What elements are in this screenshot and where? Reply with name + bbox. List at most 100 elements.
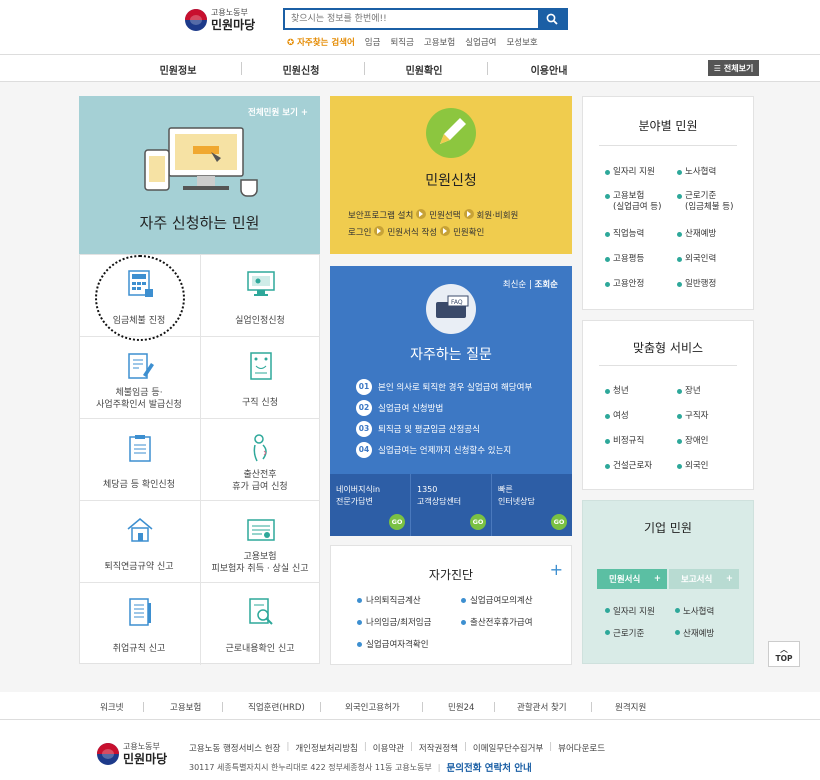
faq-number: 02 xyxy=(356,399,372,416)
popular-term[interactable]: 임금 xyxy=(365,36,381,48)
custom-item[interactable]: 청년 xyxy=(605,386,629,397)
related-link[interactable]: 고용보험 xyxy=(170,701,201,713)
faq-icon: FAQ xyxy=(426,284,476,334)
field-item[interactable]: 외국인력 xyxy=(677,254,716,265)
related-link[interactable]: 직업훈련(HRD) xyxy=(248,701,305,713)
apply-steps: 보안프로그램 설치 민원선택 회원·비회원 로그인 민원서식 작성 민원확인 xyxy=(348,208,558,242)
field-item[interactable]: 산재예방 xyxy=(677,229,716,240)
corp-item[interactable]: 일자리 지원 xyxy=(605,605,655,617)
go-button[interactable]: GO xyxy=(389,514,405,530)
custom-title: 맞춤형 서비스 xyxy=(632,341,704,355)
bullet-icon xyxy=(357,641,362,647)
diag-item[interactable]: 출산전후휴가급여 xyxy=(461,616,533,628)
popular-term[interactable]: 고용보험 xyxy=(424,36,455,48)
corp-item[interactable]: 근로기준 xyxy=(605,627,644,639)
app-item-maternity-leave[interactable]: 출산전후 휴가 급여 신청 xyxy=(200,419,320,501)
faq-item[interactable]: 01 본인 의사로 퇴직한 경우 실업급여 해당여부 xyxy=(356,376,532,397)
footer-menu-item[interactable]: 개인정보처리방침 xyxy=(295,742,358,754)
popular-term[interactable]: 모성보호 xyxy=(506,36,537,48)
naver-expert-link[interactable]: 네이버지식in 전문가답변 GO xyxy=(330,474,411,536)
app-item-job-application[interactable]: 구직 신청 xyxy=(200,337,320,419)
plus-icon: + xyxy=(725,574,733,584)
search-input[interactable] xyxy=(285,10,538,28)
go-button[interactable]: GO xyxy=(551,514,567,530)
footer-menu-item[interactable]: 뷰어다운로드 xyxy=(558,742,605,754)
search-button[interactable] xyxy=(538,10,566,28)
app-item-unemployment-recognition[interactable]: 실업인정신청 xyxy=(200,255,320,337)
related-link[interactable]: 민원24 xyxy=(448,701,474,713)
nav-item-apply[interactable]: 민원신청 xyxy=(251,62,351,77)
nav-item-check[interactable]: 민원확인 xyxy=(374,62,474,77)
go-button[interactable]: GO xyxy=(470,514,486,530)
custom-item[interactable]: 장애인 xyxy=(677,436,708,447)
all-applications-link[interactable]: 전체민원 보기 + xyxy=(248,106,308,118)
popular-term[interactable]: 퇴직금 xyxy=(390,36,413,48)
scroll-top-button[interactable]: ︿ TOP xyxy=(768,641,800,667)
related-link[interactable]: 관할관서 찾기 xyxy=(517,701,567,713)
plus-icon: + xyxy=(653,574,661,584)
divider xyxy=(599,145,737,146)
monitor-icon xyxy=(247,271,275,296)
field-title: 분야별 민원 xyxy=(638,119,698,133)
app-item-work-rules[interactable]: 취업규칙 신고 xyxy=(80,583,200,665)
custom-item[interactable]: 구직자 xyxy=(677,411,708,422)
nav-divider xyxy=(241,62,242,75)
footer-menu-item[interactable]: 고용노동 행정서비스 헌장 xyxy=(189,742,280,754)
nav-item-info[interactable]: 민원정보 xyxy=(128,62,228,77)
field-item[interactable]: 고용안정 xyxy=(605,279,644,290)
popular-term[interactable]: 실업급여 xyxy=(465,36,496,48)
field-item[interactable]: 고용보험 (실업급여 등) xyxy=(605,191,661,213)
faq-list: 01 본인 의사로 퇴직한 경우 실업급여 해당여부 02 실업급여 신청방법 03… xyxy=(356,376,532,460)
custom-item[interactable]: 장년 xyxy=(677,386,701,397)
field-item[interactable]: 노사협력 xyxy=(677,167,716,178)
app-item-unpaid-wage-certificate[interactable]: 체불임금 등· 사업주확인서 발급신청 xyxy=(80,337,200,419)
app-item-substitute-payment[interactable]: 체당금 등 확인신청 xyxy=(80,419,200,501)
all-menu-button[interactable]: ☰ 전체보기 xyxy=(708,60,759,76)
footer-ministry: 고용노동부 xyxy=(123,742,160,751)
sort-latest[interactable]: 최신순 xyxy=(503,280,526,290)
corp-item[interactable]: 노사협력 xyxy=(675,605,714,617)
tab-reports[interactable]: 보고서식 + xyxy=(669,569,739,589)
related-link[interactable]: 외국인고용허가 xyxy=(345,701,400,713)
corp-item[interactable]: 산재예방 xyxy=(675,627,714,639)
diag-item[interactable]: 나의퇴직금계산 xyxy=(357,594,421,606)
custom-item[interactable]: 외국인 xyxy=(677,461,708,472)
field-item[interactable]: 직업능력 xyxy=(605,229,644,240)
diag-item[interactable]: 실업급여모의계산 xyxy=(461,594,533,606)
faq-item[interactable]: 02 실업급여 신청방법 xyxy=(356,397,532,418)
footer-menu-item[interactable]: 이용약관 xyxy=(373,742,404,754)
resume-icon xyxy=(250,352,272,380)
app-item-insured-report[interactable]: 고용보험 피보험자 취득 · 상실 신고 xyxy=(200,501,320,583)
footer-menu-item[interactable]: 이메일무단수집거부 xyxy=(473,742,543,754)
bullet-icon xyxy=(677,232,682,237)
diag-item[interactable]: 나의임금/최저임금 xyxy=(357,616,431,628)
tab-forms[interactable]: 민원서식 + xyxy=(597,569,667,589)
faq-item[interactable]: 03 퇴직금 및 평균임금 산정공식 xyxy=(356,418,532,439)
field-item[interactable]: 일자리 지원 xyxy=(605,167,655,178)
nav-divider xyxy=(364,62,365,75)
bullet-icon xyxy=(605,282,610,287)
custom-item[interactable]: 여성 xyxy=(605,411,629,422)
faq-item[interactable]: 04 실업급여는 언제까지 신청할수 있는지 xyxy=(356,439,532,460)
sort-views[interactable]: 조회순 xyxy=(535,280,558,290)
online-consult-link[interactable]: 빠른 인터넷상담 GO xyxy=(492,474,572,536)
field-item[interactable]: 근로기준 (임금체불 등) xyxy=(677,191,733,213)
related-link[interactable]: 원격지원 xyxy=(615,701,646,713)
nav-item-guide[interactable]: 이용안내 xyxy=(499,62,599,77)
site-logo[interactable]: 고용노동부 민원마당 xyxy=(185,8,255,32)
field-item[interactable]: 고용평등 xyxy=(605,254,644,265)
custom-item[interactable]: 비정규직 xyxy=(605,436,644,447)
app-item-work-confirmation[interactable]: 근로내용확인 신고 xyxy=(200,583,320,665)
phone-guide-link[interactable]: 문의전화 연락처 안내 xyxy=(447,760,532,774)
field-item[interactable]: 일반행정 xyxy=(677,279,716,290)
consultation-links: 네이버지식in 전문가답변 GO 1350 고객상담센터 GO 빠른 인터넷상담 GO xyxy=(330,474,572,536)
call-center-link[interactable]: 1350 고객상담센터 GO xyxy=(411,474,492,536)
app-item-retirement-pension[interactable]: 퇴직연금규약 신고 xyxy=(80,501,200,583)
footer-menu-item[interactable]: 저작권정책 xyxy=(419,742,458,754)
related-link[interactable]: 워크넷 xyxy=(100,701,123,713)
diag-item[interactable]: 실업급여자격확인 xyxy=(357,638,429,650)
plus-icon[interactable]: + xyxy=(550,560,563,579)
app-item-label: 근로내용확인 신고 xyxy=(225,644,295,654)
custom-item[interactable]: 건설근로자 xyxy=(605,461,652,472)
apply-panel[interactable]: 민원신청 보안프로그램 설치 민원선택 회원·비회원 로그인 민원서식 작성 민원확인 xyxy=(330,96,572,254)
